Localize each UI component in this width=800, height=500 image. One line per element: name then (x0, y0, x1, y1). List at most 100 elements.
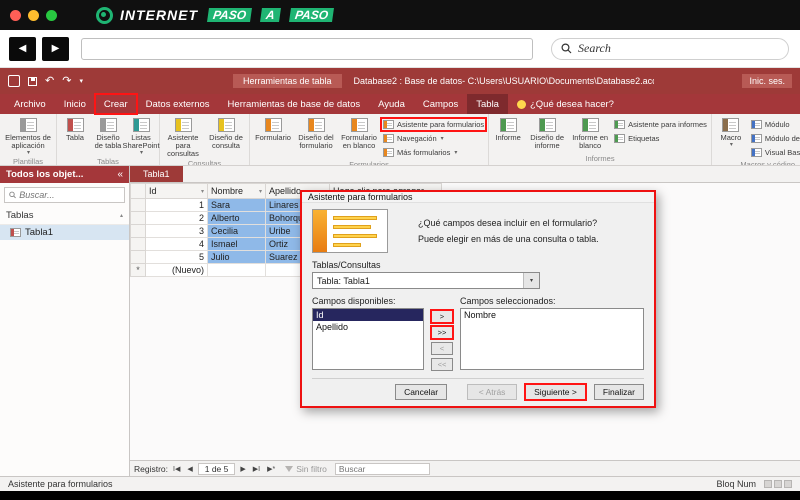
cell-nombre[interactable]: Alberto (207, 211, 266, 225)
next-record-icon[interactable]: ▶ (238, 465, 247, 473)
tab-ayuda[interactable]: Ayuda (369, 94, 414, 114)
select-all-cell[interactable] (130, 183, 146, 199)
cell-nombre[interactable]: Sara (207, 198, 266, 212)
cell-nombre[interactable]: Julio (207, 250, 266, 264)
close-window-icon[interactable] (10, 9, 21, 21)
diseno-consulta-button[interactable]: Diseño de consulta (205, 116, 247, 158)
app-parts-button[interactable]: Elementos de aplicación ▾ (2, 116, 54, 156)
cell-id[interactable]: 1 (145, 198, 208, 212)
redo-icon[interactable]: ↷ (62, 75, 71, 87)
maximize-window-icon[interactable] (46, 9, 57, 21)
next-button[interactable]: Siguiente > (524, 383, 587, 401)
tab-crear[interactable]: Crear (93, 93, 138, 115)
row-selector[interactable] (130, 198, 146, 212)
cancel-button[interactable]: Cancelar (395, 384, 448, 400)
row-selector[interactable] (130, 237, 146, 251)
asistente-formularios-button[interactable]: Asistente para formularios (379, 117, 488, 132)
diseno-informe-button[interactable]: Diseño de informe (526, 116, 568, 153)
tab-datos-externos[interactable]: Datos externos (137, 94, 219, 114)
formulario-button[interactable]: Formulario (252, 116, 294, 159)
diseno-tabla-button[interactable]: Diseño de tabla (92, 116, 124, 156)
save-icon[interactable] (28, 76, 37, 86)
view-shortcut-icons[interactable] (764, 480, 792, 488)
shutter-close-icon[interactable]: « (117, 169, 123, 180)
doc-tab-tabla1[interactable]: Tabla1 (130, 166, 183, 182)
chevron-down-icon[interactable]: ▾ (523, 273, 539, 288)
informe-button[interactable]: Informe (491, 116, 525, 153)
sign-in-button[interactable]: Inic. ses. (742, 74, 792, 88)
cell-nombre[interactable] (207, 263, 266, 277)
cell-id[interactable]: 4 (145, 237, 208, 251)
visual-basic-button[interactable]: Visual Basic (749, 146, 800, 159)
record-position[interactable]: 1 de 5 (197, 462, 236, 475)
row-selector[interactable] (130, 224, 146, 238)
cell-id[interactable]: 5 (145, 250, 208, 264)
move-one-button[interactable]: > (430, 309, 454, 324)
available-fields-list[interactable]: Id Apellido (312, 308, 424, 370)
cell-id[interactable]: 3 (145, 224, 208, 238)
record-search-input[interactable] (334, 462, 430, 475)
nav-section-tablas[interactable]: Tablas ▴ (0, 207, 129, 225)
tab-inicio[interactable]: Inicio (55, 94, 95, 114)
listas-sharepoint-button[interactable]: Listas SharePoint ▾ (122, 116, 160, 156)
qat-customize-icon[interactable]: ▾ (79, 77, 83, 85)
cell-nombre[interactable]: Cecilia (207, 224, 266, 238)
previous-record-icon[interactable]: ◀ (185, 465, 194, 473)
modulo-button[interactable]: Módulo (749, 118, 800, 131)
list-item[interactable]: Id (313, 309, 423, 321)
etiquetas-button[interactable]: Etiquetas (612, 132, 709, 145)
tab-campos[interactable]: Campos (414, 94, 467, 114)
tell-me-box[interactable]: ¿Qué desea hacer? (508, 94, 623, 114)
cell-id[interactable]: 2 (145, 211, 208, 225)
asistente-informes-button[interactable]: Asistente para informes (612, 118, 709, 131)
move-all-button[interactable]: >> (430, 325, 454, 340)
diseno-formulario-button[interactable]: Diseño del formulario (295, 116, 337, 159)
tab-tabla[interactable]: Tabla (467, 94, 508, 114)
undo-icon[interactable]: ↶ (45, 75, 54, 87)
tab-herramientas-bd[interactable]: Herramientas de base de datos (219, 94, 370, 114)
forward-button[interactable]: ▶ (42, 36, 69, 61)
macro-button[interactable]: Macro ▾ (714, 116, 748, 159)
nav-pane-header[interactable]: Todos los objet... « (0, 166, 129, 183)
asistente-consultas-button[interactable]: Asistente para consultas (162, 116, 204, 158)
minimize-window-icon[interactable] (28, 9, 39, 21)
last-record-icon[interactable]: ▶I (251, 465, 262, 473)
new-row-selector[interactable]: * (130, 263, 146, 277)
informe-blanco-button[interactable]: Informe en blanco (569, 116, 611, 153)
list-item[interactable]: Apellido (313, 321, 423, 333)
tab-archivo[interactable]: Archivo (5, 94, 55, 114)
column-header-id[interactable]: Id ▾ (145, 183, 208, 199)
tables-queries-combobox[interactable]: Tabla: Tabla1 ▾ (312, 272, 540, 289)
back-button[interactable]: ◀ (9, 36, 36, 61)
back-button[interactable]: < Atrás (467, 384, 518, 400)
navegacion-button[interactable]: Navegación ▾ (381, 132, 486, 145)
remove-all-button[interactable]: << (431, 358, 453, 371)
selected-fields-list[interactable]: Nombre (460, 308, 644, 370)
collapse-icon[interactable]: ▴ (120, 212, 123, 219)
list-item[interactable]: Nombre (461, 309, 643, 321)
finish-button[interactable]: Finalizar (593, 384, 644, 400)
filter-caret-icon[interactable]: ▾ (201, 188, 204, 195)
dialog-titlebar[interactable]: Asistente para formularios (302, 192, 654, 203)
new-record-icon[interactable]: ▶* (265, 465, 277, 473)
remove-one-button[interactable]: < (431, 342, 453, 355)
mas-formularios-button[interactable]: Más formularios ▾ (381, 146, 486, 159)
cell-new[interactable]: (Nuevo) (145, 263, 208, 277)
nav-item-tabla1[interactable]: Tabla1 (0, 225, 129, 240)
logo-chip: A (260, 8, 281, 22)
row-selector[interactable] (130, 250, 146, 264)
filter-caret-icon[interactable]: ▾ (259, 188, 262, 195)
column-header-nombre[interactable]: Nombre ▾ (207, 183, 266, 199)
nav-search-input[interactable] (19, 190, 120, 200)
browser-search[interactable] (551, 37, 789, 60)
filter-status[interactable]: Sin filtro (285, 464, 327, 474)
tabla-button[interactable]: Tabla (59, 116, 91, 156)
modulo-clase-button[interactable]: Módulo de clase (749, 132, 800, 145)
formulario-blanco-button[interactable]: Formulario en blanco (338, 116, 380, 159)
nav-search-box[interactable] (4, 187, 125, 203)
row-selector[interactable] (130, 211, 146, 225)
address-bar[interactable] (81, 37, 533, 60)
first-record-icon[interactable]: I◀ (171, 465, 182, 473)
browser-search-input[interactable] (578, 41, 779, 56)
cell-nombre[interactable]: Ismael (207, 237, 266, 251)
